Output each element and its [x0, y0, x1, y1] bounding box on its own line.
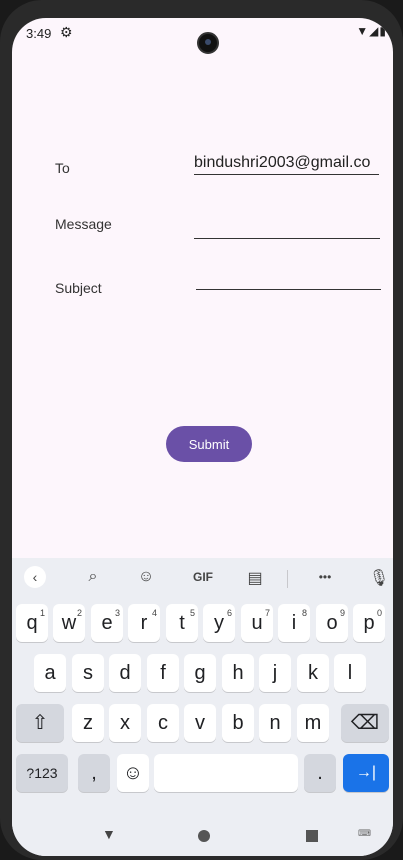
key-e[interactable]: 3e [91, 604, 123, 642]
to-input[interactable]: bindushri2003@gmail.co [194, 154, 384, 172]
space-key[interactable] [154, 754, 298, 792]
backspace-key[interactable]: ⌫ [341, 704, 389, 742]
emoji-key[interactable]: ☺ [117, 754, 149, 792]
key-l[interactable]: l [334, 654, 366, 692]
to-label: To [55, 160, 70, 176]
status-bar: 3:49 ⚙ ▼◢▮ [12, 18, 393, 54]
key-label: u [251, 612, 263, 634]
nav-back-icon[interactable]: ▼ [102, 826, 116, 842]
status-time: 3:49 [26, 26, 52, 41]
message-input[interactable] [194, 218, 379, 236]
key-u[interactable]: 7u [241, 604, 273, 642]
key-p[interactable]: 0p [353, 604, 385, 642]
key-a[interactable]: a [34, 654, 66, 692]
more-icon[interactable]: ••• [310, 570, 340, 584]
key-number-hint: 8 [301, 608, 307, 618]
key-label: q [26, 612, 38, 634]
enter-key[interactable]: →| [343, 754, 389, 792]
key-number-hint: 0 [376, 608, 382, 618]
screen: 3:49 ⚙ ▼◢▮ To bindushri2003@gmail.co Mes… [12, 18, 393, 856]
clipboard-icon[interactable]: ▤ [240, 568, 270, 588]
nav-home-icon[interactable] [198, 830, 210, 842]
key-label: w [61, 612, 77, 634]
key-v[interactable]: v [184, 704, 216, 742]
key-number-hint: 5 [189, 608, 195, 618]
key-f[interactable]: f [147, 654, 179, 692]
message-label: Message [55, 216, 112, 232]
key-label: t [179, 612, 185, 634]
key-q[interactable]: 1q [16, 604, 48, 642]
period-key[interactable]: . [304, 754, 336, 792]
emoji-sticker-icon[interactable]: ☺ [131, 568, 161, 586]
to-underline [194, 174, 379, 175]
gif-button[interactable]: GIF [188, 570, 218, 584]
subject-input[interactable] [196, 270, 381, 288]
key-label: r [140, 612, 148, 634]
key-number-hint: 6 [226, 608, 232, 618]
subject-label: Subject [55, 280, 102, 296]
key-i[interactable]: 8i [278, 604, 310, 642]
key-t[interactable]: 5t [166, 604, 198, 642]
submit-button[interactable]: Submit [166, 426, 252, 462]
microphone-icon[interactable]: 🎙 [364, 568, 393, 588]
key-z[interactable]: z [72, 704, 104, 742]
key-label: y [214, 612, 224, 634]
key-label: i [291, 612, 297, 634]
keyboard: ‹ ⌕ ☺ GIF ▤ ••• 🎙 1q 2w 3e 4r 5t 6y 7u 8… [12, 558, 393, 816]
shift-key[interactable]: ⇧ [16, 704, 64, 742]
message-underline [194, 238, 380, 239]
subject-underline [196, 289, 381, 290]
keyboard-toolbar: ‹ ⌕ ☺ GIF ▤ ••• 🎙 [12, 558, 393, 598]
comma-key[interactable]: , [78, 754, 110, 792]
key-y[interactable]: 6y [203, 604, 235, 642]
key-r[interactable]: 4r [128, 604, 160, 642]
key-k[interactable]: k [297, 654, 329, 692]
status-icons: ▼◢▮ [356, 24, 387, 38]
keyboard-switch-icon[interactable]: ⌨ [358, 828, 371, 839]
key-o[interactable]: 9o [316, 604, 348, 642]
key-label: p [363, 612, 375, 634]
key-j[interactable]: j [259, 654, 291, 692]
key-n[interactable]: n [259, 704, 291, 742]
key-b[interactable]: b [222, 704, 254, 742]
key-number-hint: 1 [39, 608, 45, 618]
front-camera [197, 32, 219, 54]
search-icon[interactable]: ⌕ [78, 568, 108, 586]
key-c[interactable]: c [147, 704, 179, 742]
key-d[interactable]: d [109, 654, 141, 692]
key-number-hint: 7 [264, 608, 270, 618]
nav-recents-icon[interactable] [306, 830, 318, 842]
gear-icon: ⚙ [60, 24, 73, 40]
key-number-hint: 4 [151, 608, 157, 618]
key-h[interactable]: h [222, 654, 254, 692]
chevron-left-icon[interactable]: ‹ [24, 566, 46, 588]
key-label: o [326, 612, 338, 634]
key-w[interactable]: 2w [53, 604, 85, 642]
key-x[interactable]: x [109, 704, 141, 742]
key-s[interactable]: s [72, 654, 104, 692]
key-m[interactable]: m [297, 704, 329, 742]
toolbar-divider [287, 570, 288, 588]
key-number-hint: 9 [339, 608, 345, 618]
key-g[interactable]: g [184, 654, 216, 692]
navigation-bar: ▼ ⌨ [12, 816, 393, 856]
key-label: e [101, 612, 113, 634]
key-number-hint: 3 [114, 608, 120, 618]
key-number-hint: 2 [76, 608, 82, 618]
symbols-key[interactable]: ?123 [16, 754, 68, 792]
